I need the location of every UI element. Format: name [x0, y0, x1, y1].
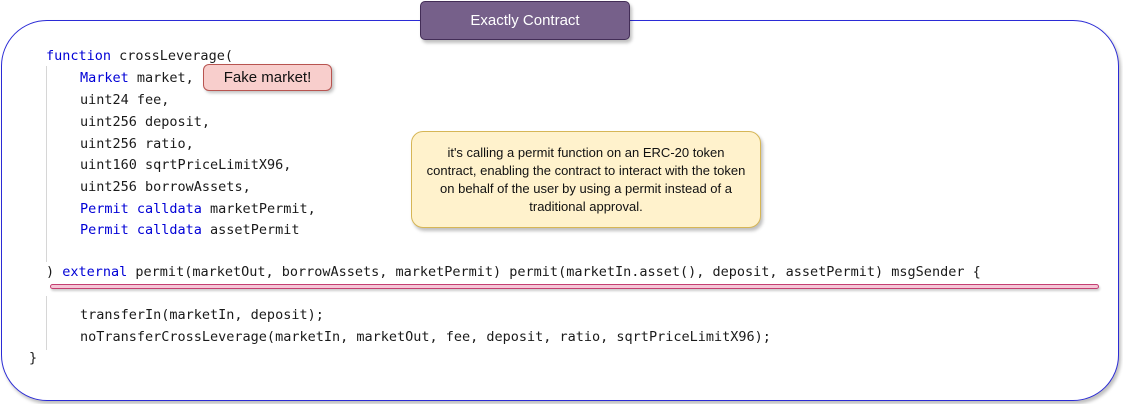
closing-brace: } [29, 350, 38, 366]
indent-guide [46, 296, 47, 350]
param-type: uint256 [80, 114, 137, 130]
modifier-prefix: ) [46, 264, 63, 280]
param-line: uint160 sqrtPriceLimitX96, [80, 156, 291, 174]
param-type: uint256 [80, 136, 137, 152]
param-rest: marketPermit, [201, 201, 316, 217]
param-rest: borrowAssets, [136, 179, 251, 195]
param-type: Permit calldata [80, 201, 202, 217]
permit-note-text: it's calling a permit function on an ERC… [426, 144, 746, 214]
param-type: uint160 [80, 157, 137, 173]
param-line: Permit calldata marketPermit, [80, 200, 316, 218]
fake-market-callout: Fake market! [203, 64, 332, 91]
param-rest: market, [128, 70, 194, 86]
param-line: uint256 ratio, [80, 135, 194, 153]
param-line: Market market, [80, 69, 194, 87]
param-type: uint256 [80, 179, 137, 195]
highlight-underline [50, 284, 1099, 289]
contract-title: Exactly Contract [420, 1, 630, 40]
param-rest: ratio, [136, 136, 194, 152]
function-keyword: function [46, 48, 112, 64]
param-type: Permit calldata [80, 222, 202, 238]
modifier-line: ) external permit(marketOut, borrowAsset… [46, 263, 981, 281]
param-rest: assetPermit [201, 222, 300, 238]
param-line: uint24 fee, [80, 91, 169, 109]
param-rest: deposit, [136, 114, 211, 130]
indent-guide [46, 66, 47, 262]
permit-note-callout: it's calling a permit function on an ERC… [411, 131, 761, 228]
param-type: uint24 [80, 92, 129, 108]
body-line: noTransferCrossLeverage(marketIn, market… [80, 329, 771, 345]
function-signature: function crossLeverage( [46, 47, 233, 65]
param-rest: fee, [128, 92, 170, 108]
param-rest: sqrtPriceLimitX96, [136, 157, 292, 173]
modifier-rest: permit(marketOut, borrowAssets, marketPe… [127, 264, 981, 280]
function-name: crossLeverage( [111, 48, 233, 64]
param-line: Permit calldata assetPermit [80, 221, 299, 239]
param-line: uint256 borrowAssets, [80, 178, 251, 196]
param-type: Market [80, 70, 129, 86]
external-keyword: external [62, 264, 128, 280]
body-line: transferIn(marketIn, deposit); [80, 307, 324, 323]
param-line: uint256 deposit, [80, 113, 210, 131]
